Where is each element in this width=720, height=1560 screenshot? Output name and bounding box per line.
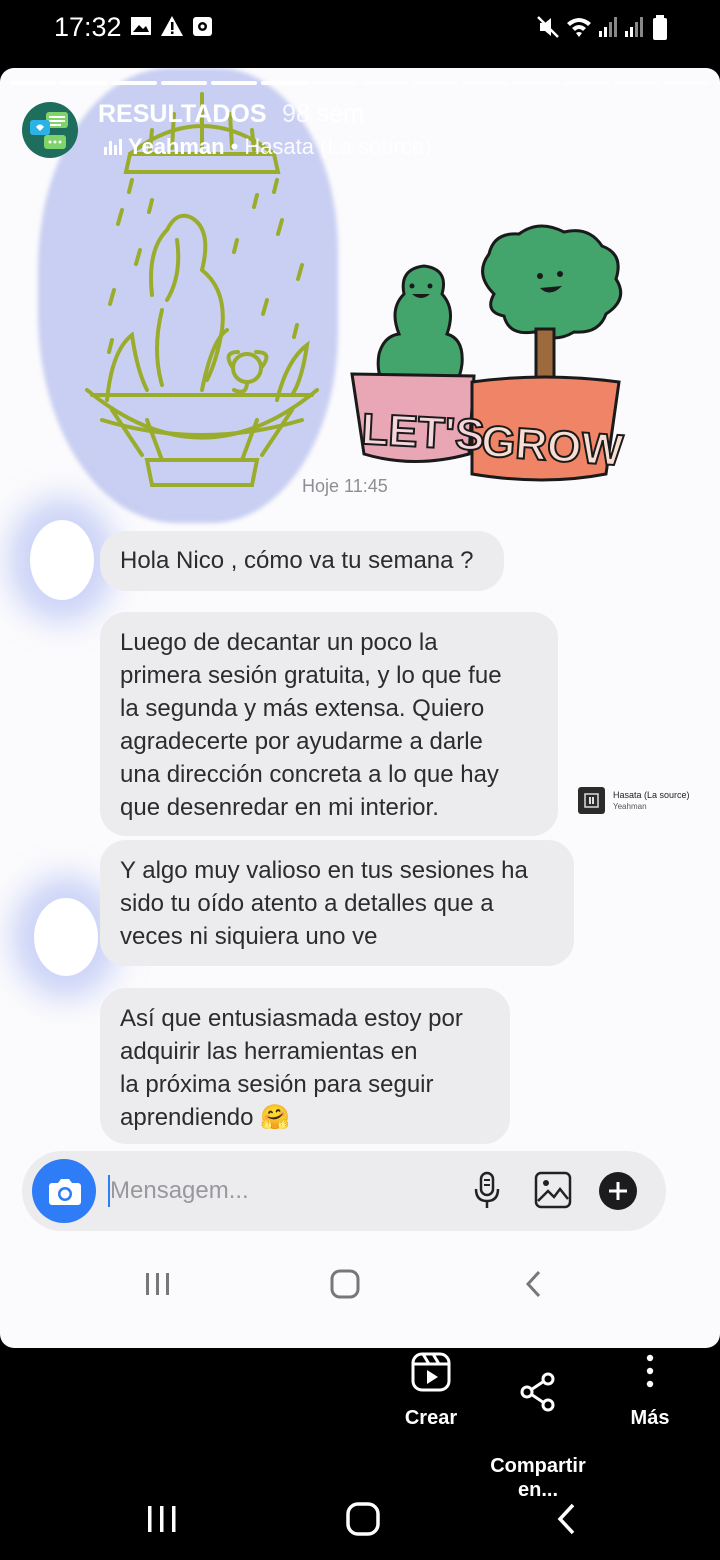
account-name[interactable]: RESULTADOS [98, 100, 267, 129]
more-label: Más [630, 1407, 670, 1429]
music-bars-icon [104, 139, 122, 155]
gallery-icon[interactable] [534, 1171, 572, 1209]
signal-1-icon [599, 17, 617, 37]
progress-segment [462, 81, 509, 85]
avatar[interactable] [22, 102, 78, 158]
message-bubble-1: Hola Nico , cómo va tu semana ? [100, 531, 504, 591]
warning-icon [161, 16, 183, 36]
album-cover-icon [584, 793, 599, 808]
more-button[interactable]: Más [620, 1352, 680, 1430]
album-art [578, 787, 605, 814]
screen: { "status_bar": { "time": "17:32" }, "st… [0, 0, 720, 1560]
lets-grow-sticker: LET'S GROW [350, 224, 626, 482]
story-age: 98 sem [282, 100, 364, 128]
story-header: RESULTADOS 98 sem Yeahman • Hasata (La s… [0, 92, 720, 172]
music-artist: Yeahman [128, 134, 225, 159]
glow-dot [34, 898, 98, 976]
story-card[interactable]: RESULTADOS 98 sem Yeahman • Hasata (La s… [0, 68, 720, 1348]
add-icon[interactable] [598, 1171, 638, 1211]
home-button[interactable] [346, 1502, 380, 1536]
glow-dot [30, 520, 94, 600]
more-icon [646, 1354, 654, 1388]
progress-segment [261, 81, 308, 85]
image-notification-icon [131, 17, 151, 35]
chat-timestamp: Hoje 11:45 [302, 476, 388, 496]
system-navigation-bar [0, 1480, 720, 1560]
progress-segment [211, 81, 258, 85]
progress-segment [110, 81, 157, 85]
camera-button[interactable] [32, 1159, 96, 1223]
progress-segment [160, 81, 208, 85]
music-sticker[interactable]: Hasata (La source) Yeahman [578, 787, 698, 817]
camera-icon [49, 1179, 81, 1205]
music-separator: • [230, 134, 239, 159]
progress-segment [563, 81, 610, 85]
grow-label: GROW [480, 417, 625, 476]
app-notification-icon [193, 17, 212, 36]
create-button[interactable]: Crear [396, 1352, 466, 1430]
create-label: Crear [404, 1407, 458, 1429]
music-attribution[interactable]: Yeahman • Hasata (La source) [104, 134, 431, 160]
progress-segment [10, 81, 57, 85]
share-icon [520, 1372, 555, 1412]
progress-segment [663, 81, 710, 85]
progress-segment [311, 81, 358, 85]
inner-navigation-bar [0, 1243, 720, 1323]
message-bubble-2: Luego de decantar un poco la primera ses… [100, 612, 558, 836]
share-button[interactable]: Compartir en... [486, 1348, 590, 1502]
lets-label: LET'S [360, 405, 485, 460]
progress-segment [361, 81, 409, 85]
story-progress [10, 81, 710, 85]
music-track: Hasata (La source) [244, 134, 432, 159]
progress-segment [60, 81, 107, 85]
message-bubble-3: Y algo muy valioso en tus sesiones ha si… [100, 840, 574, 966]
message-composer [22, 1151, 666, 1231]
message-input[interactable] [110, 1171, 440, 1211]
status-bar: 17:32 [0, 0, 720, 58]
signal-2-icon [625, 17, 643, 37]
reels-icon [411, 1352, 451, 1392]
progress-segment [412, 81, 459, 85]
message-bubble-4: Así que entusiasmada estoy por adquirir … [100, 988, 510, 1144]
chat-bubbles-icon [30, 112, 68, 149]
mute-icon [537, 16, 559, 38]
back-icon [525, 1270, 541, 1298]
wifi-icon [567, 18, 591, 37]
story-actions: Crear Compartir en... Más [0, 1348, 720, 1501]
music-sticker-artist: Yeahman [613, 802, 647, 811]
home-icon [330, 1269, 360, 1299]
status-time: 17:32 [54, 12, 122, 42]
progress-segment [613, 81, 660, 85]
recents-button[interactable] [146, 1504, 178, 1534]
back-button[interactable] [554, 1502, 578, 1536]
music-sticker-title: Hasata (La source) [613, 790, 690, 800]
recents-icon [146, 1273, 169, 1295]
progress-segment [512, 81, 560, 85]
microphone-icon[interactable] [472, 1171, 502, 1211]
battery-icon [653, 15, 667, 40]
